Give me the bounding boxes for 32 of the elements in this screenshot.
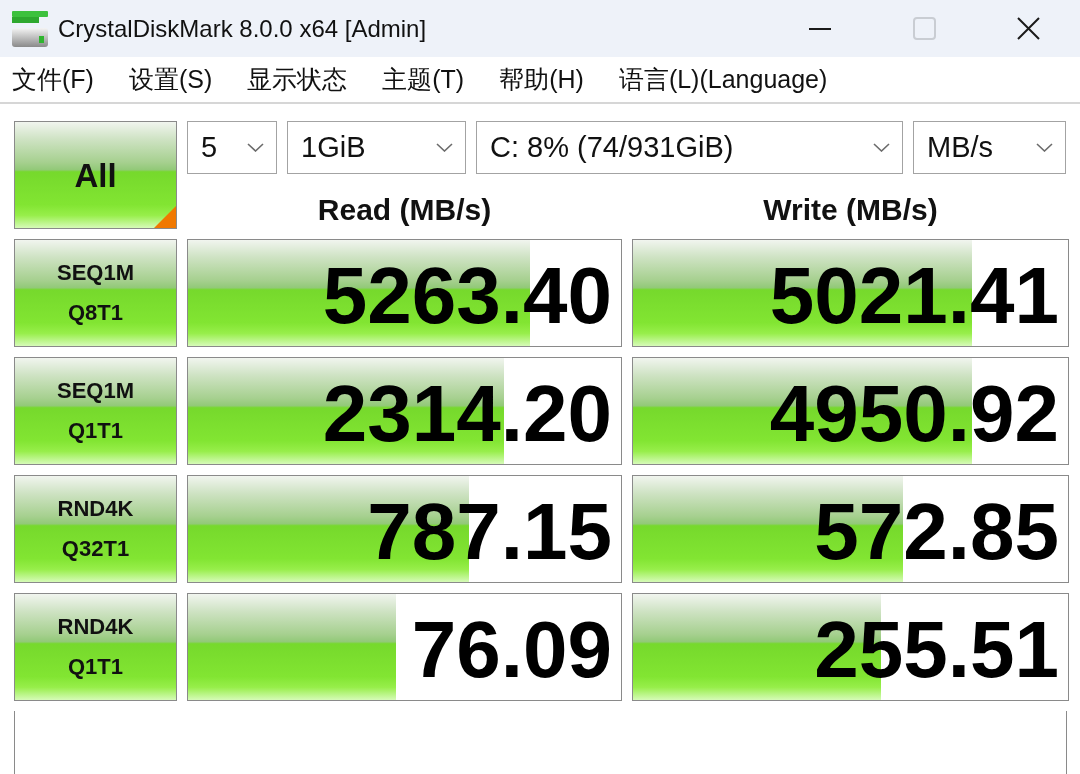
dropdown[interactable]: 5 [187, 121, 277, 174]
dropdown[interactable]: C: 8% (74/931GiB) [476, 121, 903, 174]
speed-value: 255.51 [814, 604, 1059, 690]
menu-item[interactable]: 语言(L)(Language) [618, 63, 828, 96]
test-button[interactable]: SEQ1M Q8T1 [14, 239, 177, 347]
comment-field[interactable] [14, 711, 1067, 774]
column-header: Write (MB/s) [763, 193, 938, 228]
chevron-down-icon [1036, 143, 1053, 152]
menu-item[interactable]: 设置(S) [128, 63, 213, 96]
maximize-icon [912, 17, 936, 40]
test-button[interactable]: SEQ1M Q1T1 [14, 357, 177, 465]
minimize-icon [809, 27, 831, 30]
speed-value: 572.85 [814, 486, 1059, 572]
menu-item[interactable]: 文件(F) [12, 63, 94, 96]
test-button[interactable]: RND4K Q1T1 [14, 593, 177, 701]
test-button[interactable]: RND4K Q32T1 [14, 475, 177, 583]
menu-item[interactable]: 主题(T) [382, 63, 465, 96]
dropdown[interactable]: MB/s [913, 121, 1066, 174]
chevron-down-icon [873, 143, 890, 152]
close-icon [1016, 17, 1040, 40]
menu-item[interactable]: 帮助(H) [499, 63, 584, 96]
corner-triangle-icon [154, 206, 176, 228]
column-header: Read (MB/s) [317, 193, 492, 228]
dropdown[interactable]: 1GiB [287, 121, 466, 174]
menu-item[interactable]: 显示状态 [247, 63, 348, 96]
disk-drive-icon [12, 10, 48, 47]
chevron-down-icon [436, 143, 453, 152]
run-all-button[interactable]: All [14, 121, 177, 229]
speed-value: 76.09 [411, 604, 612, 690]
window-title: CrystalDiskMark 8.0.0 x64 [Admin] [58, 14, 427, 43]
speed-value: 787.15 [367, 486, 612, 572]
chevron-down-icon [247, 143, 264, 152]
